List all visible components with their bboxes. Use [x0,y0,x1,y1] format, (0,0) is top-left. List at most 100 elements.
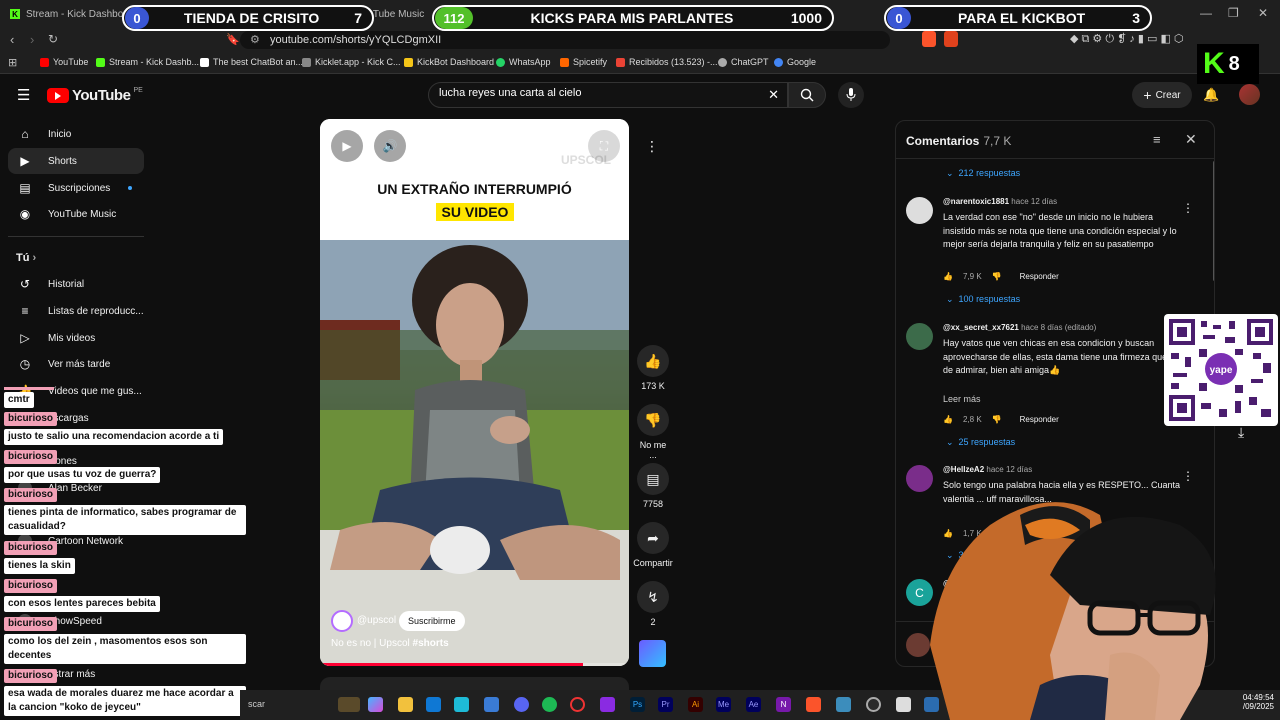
illustrator-icon[interactable]: Ai [688,697,703,712]
app-square-icon[interactable] [896,697,911,712]
replies-toggle[interactable]: ⌄ 100 respuestas [946,294,1020,305]
comment-more-icon[interactable]: ⋮ [1182,201,1194,215]
comment-author[interactable]: @HellzeA2 hace 12 días [943,465,1032,474]
channel-name[interactable]: @upscol [357,615,396,626]
sidebar-item-historial[interactable]: ↺ Historial [8,271,144,297]
subscribe-button[interactable]: Suscribirme [399,611,465,631]
close-comments-icon[interactable]: ✕ [1185,131,1197,148]
bookmark-google[interactable]: Google [774,57,816,67]
youtube-logo[interactable]: YouTube PE [47,87,143,104]
back-icon[interactable]: ‹ [10,32,14,47]
account-avatar[interactable] [1239,84,1260,105]
tab-kick-dashboard[interactable]: K Stream - Kick Dashboard [10,4,138,24]
spotify-icon[interactable] [542,697,557,712]
sound-thumbnail[interactable] [639,640,666,667]
bookmark-gmail[interactable]: Recibidos (13.523) -... [616,57,718,67]
read-more-link[interactable]: Leer más [943,394,981,404]
sidebar-item-suscripciones[interactable]: ▤ Suscripciones [8,175,144,201]
comments-button[interactable]: ▤ 7758 [636,463,670,509]
bookmark-icon[interactable]: 🔖 [226,33,240,46]
extensions-icon[interactable]: ◆ ⧉ ⚙ ⏻ ❡ ♪ ▮ ▭ ◧ ⬡ [1070,32,1184,46]
notes-icon[interactable] [454,697,469,712]
maximize-icon[interactable]: ❐ [1228,6,1239,20]
bookmark-kickbot[interactable]: KickBot Dashboard [404,57,494,67]
bookmark-youtube[interactable]: YouTube [40,57,88,67]
comment-avatar[interactable] [906,323,933,350]
reply-button[interactable]: Responder [1020,272,1059,281]
search-button[interactable] [788,82,826,108]
premiere-icon[interactable]: Pr [658,697,673,712]
remix-button[interactable]: ↯ 2 [636,581,670,627]
notifications-bell-icon[interactable]: 🔔 [1203,87,1219,103]
hashtag-link[interactable]: #shorts [413,638,449,649]
copilot-icon[interactable] [368,697,383,712]
app-circle-icon[interactable] [866,697,881,712]
onenote-icon[interactable]: N [776,697,791,712]
after-effects-icon[interactable]: Ae [746,697,761,712]
play-button[interactable]: ▶ [331,130,363,162]
twitch-icon[interactable] [600,697,615,712]
progress-track[interactable] [320,663,629,666]
sort-icon[interactable]: ≡ [1153,132,1161,147]
fullscreen-button[interactable]: ⛶ [588,130,620,162]
sidebar-item-watch-later[interactable]: ◷ Ver más tarde [8,351,144,377]
like-button[interactable]: 👍 173 K [636,345,670,391]
comment-avatar[interactable]: C [906,579,933,606]
dislike-button[interactable]: 👎 No me ... [636,404,670,460]
discord-icon[interactable] [514,697,529,712]
comments-scrollbar[interactable] [1213,161,1214,281]
volume-button[interactable]: 🔊 [374,130,406,162]
clear-search-icon[interactable]: ✕ [768,87,779,103]
bookmark-kick-dashboard[interactable]: Stream - Kick Dashb... [96,57,199,67]
sidebar-you-heading[interactable]: Tú › [16,252,36,264]
bookmark-spicetify[interactable]: Spicetify [560,57,607,67]
obs-icon[interactable] [570,697,585,712]
comment-dislike-icon[interactable]: 👎 [992,272,1002,281]
channel-avatar[interactable] [331,610,353,632]
sidebar-item-my-videos[interactable]: ▷ Mis videos [8,325,144,351]
search-input[interactable] [439,87,739,99]
replies-toggle[interactable]: ⌄ 25 respuestas [946,437,1015,448]
comment-avatar[interactable] [906,465,933,492]
photos-icon[interactable] [836,697,851,712]
reload-icon[interactable]: ↻ [48,32,58,46]
brave-rewards-icon[interactable] [944,31,958,47]
comment-author[interactable]: @xx_secret_xx7621 hace 8 días (editado) [943,323,1096,332]
brave-browser-icon[interactable] [806,697,821,712]
url-field[interactable]: ⚙ youtube.com/shorts/yYQLCDgmXII [240,31,890,49]
bookmark-chatgpt[interactable]: ChatGPT [718,57,769,67]
minimize-icon[interactable]: — [1200,6,1212,20]
comment-like-icon[interactable]: 👍 [943,415,953,424]
reply-button[interactable]: Responder [1020,415,1059,424]
comment-dislike-icon[interactable]: 👎 [992,415,1002,424]
more-options-icon[interactable]: ⋮ [645,138,659,155]
replies-toggle[interactable]: ⌄ 212 respuestas [946,168,1020,179]
comment-avatar[interactable] [906,197,933,224]
forward-icon[interactable]: › [30,32,34,47]
bookmark-kicklet[interactable]: Kicklet.app - Kick C... [302,57,401,67]
menu-icon[interactable]: ☰ [17,86,30,104]
sidebar-item-shorts[interactable]: ▶ Shorts [8,148,144,174]
taskbar-search[interactable]: scar [248,699,265,709]
comment-author[interactable]: @narentoxic1881 hace 12 días [943,197,1057,206]
sidebar-item-inicio[interactable]: ⌂ Inicio [8,121,144,147]
create-button[interactable]: + Crear [1132,82,1192,108]
comment-more-icon[interactable]: ⋮ [1182,469,1194,483]
scroll-down-arrow-icon[interactable]: ⤓ [1238,424,1244,441]
short-video-player[interactable]: UN EXTRAÑO INTERRUMPIÓ SU VIDEO UPSCOL ▶… [320,119,629,666]
store-icon[interactable] [426,697,441,712]
bookmark-whatsapp[interactable]: WhatsApp [496,57,551,67]
apps-grid-icon[interactable]: ⊞ [8,56,17,69]
comment-like-icon[interactable]: 👍 [943,272,953,281]
app-icon[interactable] [484,697,499,712]
photoshop-icon[interactable]: Ps [630,697,645,712]
sidebar-item-playlists[interactable]: ≡ Listas de reproducc... [8,298,144,324]
share-button[interactable]: ➦ Compartir [630,522,676,568]
brave-shields-icon[interactable] [922,31,936,47]
sidebar-item-youtube-music[interactable]: ◉ YouTube Music [8,201,144,227]
bookmark-chatbot[interactable]: The best ChatBot an... [200,57,303,67]
media-encoder-icon[interactable]: Me [716,697,731,712]
taskbar-widget-icon[interactable] [338,697,360,712]
voice-search-button[interactable] [838,82,864,108]
site-info-icon[interactable]: ⚙ [250,31,260,49]
